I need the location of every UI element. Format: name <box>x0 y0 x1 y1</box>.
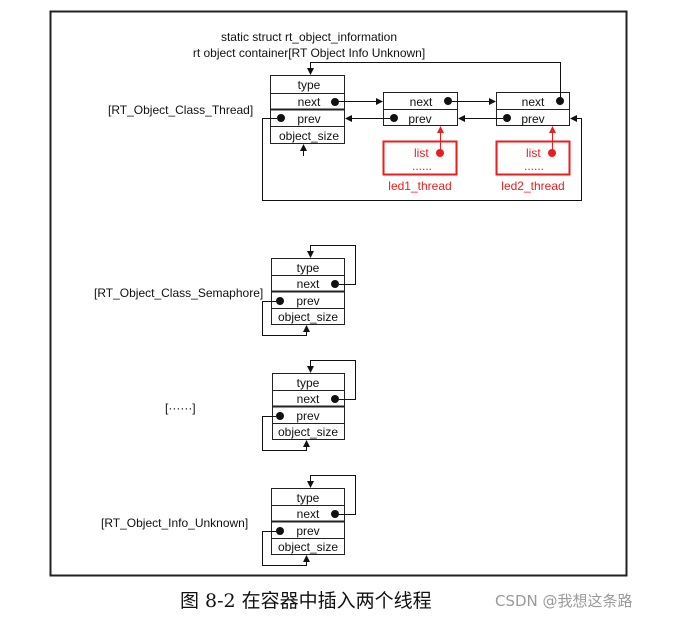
field-next: next <box>298 95 321 109</box>
field-type: type <box>298 78 321 92</box>
field-type: type <box>297 261 320 275</box>
thread-led2: list ...... led2_thread <box>495 126 571 193</box>
field-type: type <box>297 491 320 505</box>
thread-container: [RT_Object_Class_Thread] type next prev … <box>108 75 345 144</box>
field-list: list <box>526 146 541 160</box>
list-node-2: next prev <box>496 92 570 126</box>
field-next: next <box>297 507 320 521</box>
thread-name: led2_thread <box>501 179 564 193</box>
field-prev: prev <box>297 112 320 126</box>
list-node-1: next prev <box>383 92 458 126</box>
next-pointer-dot <box>444 97 452 105</box>
container-label: [RT_Object_Info_Unknown] <box>101 516 248 530</box>
figure-caption: 图 8-2 在容器中插入两个线程 <box>180 590 432 612</box>
field-list: list <box>414 146 429 160</box>
field-prev: prev <box>296 524 319 538</box>
field-prev: prev <box>296 409 319 423</box>
prev-pointer-dot <box>276 527 284 535</box>
field-prev: prev <box>296 294 319 308</box>
next-pointer-dot <box>331 395 339 403</box>
thread-name: led1_thread <box>388 179 451 193</box>
field-next: next <box>297 277 320 291</box>
field-more: ...... <box>412 159 432 173</box>
thread-led1: list ...... led1_thread <box>382 126 458 193</box>
field-next: next <box>522 95 545 109</box>
field-next: next <box>410 95 433 109</box>
next-pointer-dot <box>331 510 339 518</box>
next-pointer-dot <box>331 98 339 106</box>
container-label: [······] <box>165 401 196 415</box>
header-line-1: static struct rt_object_information <box>221 30 397 44</box>
field-object-size: object_size <box>278 425 338 439</box>
prev-pointer-dot <box>277 114 285 122</box>
prev-pointer-dot <box>390 114 398 122</box>
watermark: CSDN @我想这条路 <box>495 592 633 610</box>
header-line-2: rt object container[RT Object Info Unkno… <box>193 46 425 60</box>
field-prev: prev <box>521 112 544 126</box>
ellipsis-container: [······] type next prev object_size <box>165 360 356 451</box>
list-pointer-dot <box>548 149 556 157</box>
list-pointer-dot <box>436 149 444 157</box>
field-object-size: object_size <box>279 129 339 143</box>
container-label: [RT_Object_Class_Thread] <box>108 103 253 117</box>
object-container-diagram: static struct rt_object_information rt o… <box>49 10 628 577</box>
unknown-container: [RT_Object_Info_Unknown] type next prev … <box>101 475 356 566</box>
field-prev: prev <box>408 112 431 126</box>
field-object-size: object_size <box>278 310 338 324</box>
prev-pointer-dot <box>276 412 284 420</box>
container-label: [RT_Object_Class_Semaphore] <box>94 286 263 300</box>
next-pointer-dot <box>331 280 339 288</box>
field-next: next <box>297 392 320 406</box>
prev-pointer-dot <box>276 297 284 305</box>
field-object-size: object_size <box>278 540 338 554</box>
semaphore-container: [RT_Object_Class_Semaphore] type next pr… <box>94 245 356 336</box>
field-more: ...... <box>524 159 544 173</box>
prev-pointer-dot <box>503 114 511 122</box>
field-type: type <box>297 376 320 390</box>
